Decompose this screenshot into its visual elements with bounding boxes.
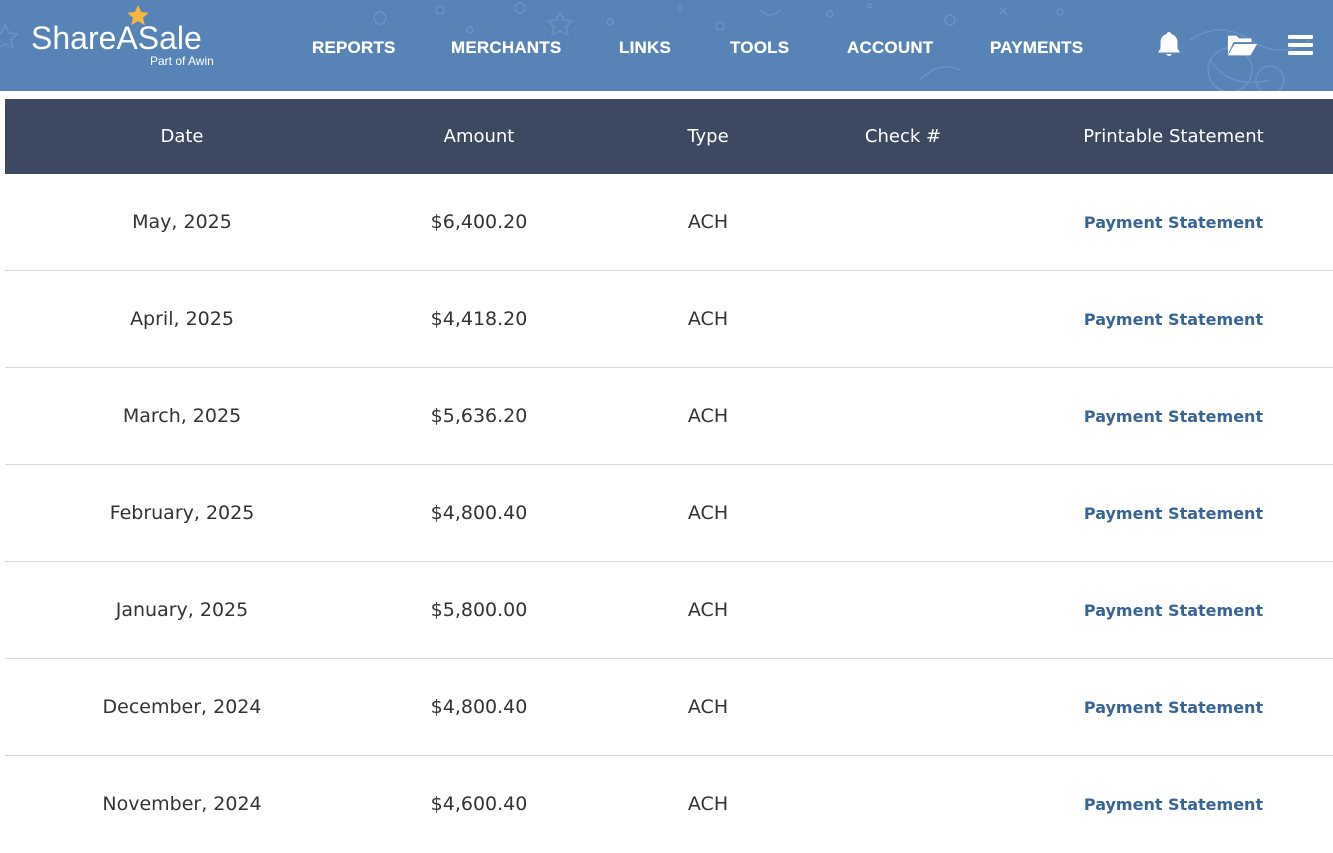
cell-date: November, 2024 — [102, 793, 262, 815]
cell-date: December, 2024 — [102, 696, 262, 718]
cell-amount: $5,636.20 — [430, 405, 528, 427]
nav-tools[interactable]: TOOLS — [730, 38, 789, 58]
nav-payments[interactable]: PAYMENTS — [990, 38, 1083, 58]
column-header-amount[interactable]: Amount — [359, 99, 599, 174]
cell-type: ACH — [687, 599, 729, 621]
nav-reports[interactable]: REPORTS — [312, 38, 396, 58]
top-navigation-bar: ShareASale Part of Awin REPORTS MERCHANT… — [0, 0, 1333, 91]
table-row: March, 2025 $5,636.20 ACH Payment Statem… — [5, 368, 1333, 465]
cell-check-number — [817, 271, 989, 368]
cell-type: ACH — [687, 502, 729, 524]
cell-type: ACH — [687, 793, 729, 815]
cell-check-number — [817, 562, 989, 659]
cell-amount: $4,800.40 — [430, 502, 528, 524]
payment-statement-link[interactable]: Payment Statement — [989, 659, 1333, 756]
payment-statement-link[interactable]: Payment Statement — [989, 271, 1333, 368]
cell-date: March, 2025 — [122, 405, 242, 427]
payment-statement-link[interactable]: Payment Statement — [989, 368, 1333, 465]
cell-type: ACH — [687, 211, 729, 233]
payment-statement-link[interactable]: Payment Statement — [989, 465, 1333, 562]
cell-amount: $4,418.20 — [430, 308, 528, 330]
cell-amount: $6,400.20 — [430, 211, 528, 233]
column-header-check-number[interactable]: Check # — [817, 99, 989, 174]
cell-date: April, 2025 — [130, 308, 234, 330]
payment-statement-link[interactable]: Payment Statement — [989, 756, 1333, 853]
cell-check-number — [817, 659, 989, 756]
nav-links[interactable]: LINKS — [619, 38, 671, 58]
table-row: April, 2025 $4,418.20 ACH Payment Statem… — [5, 271, 1333, 368]
hamburger-menu-icon[interactable] — [1285, 30, 1317, 60]
bell-icon[interactable] — [1153, 30, 1185, 60]
folder-open-icon[interactable] — [1226, 30, 1258, 60]
logo-tagline: Part of Awin — [150, 54, 214, 68]
cell-date: February, 2025 — [109, 502, 255, 524]
payment-statement-link[interactable]: Payment Statement — [989, 174, 1333, 271]
table-row: May, 2025 $6,400.20 ACH Payment Statemen… — [5, 174, 1333, 271]
table-row: January, 2025 $5,800.00 ACH Payment Stat… — [5, 562, 1333, 659]
cell-check-number — [817, 368, 989, 465]
cell-type: ACH — [687, 696, 729, 718]
nav-merchants[interactable]: MERCHANTS — [451, 38, 561, 58]
cell-type: ACH — [687, 405, 729, 427]
payment-statement-link[interactable]: Payment Statement — [989, 562, 1333, 659]
cell-amount: $5,800.00 — [430, 599, 528, 621]
column-header-printable-statement: Printable Statement — [1083, 126, 1264, 147]
column-header-type[interactable]: Type — [599, 99, 817, 174]
cell-amount: $4,600.40 — [430, 793, 528, 815]
column-header-date[interactable]: Date — [5, 99, 359, 174]
logo-wordmark: ShareASale — [31, 20, 202, 56]
table-row: November, 2024 $4,600.40 ACH Payment Sta… — [5, 756, 1333, 853]
cell-check-number — [817, 465, 989, 562]
table-row: December, 2024 $4,800.40 ACH Payment Sta… — [5, 659, 1333, 756]
cell-date: May, 2025 — [132, 211, 232, 233]
cell-check-number — [817, 756, 989, 853]
cell-date: January, 2025 — [115, 599, 249, 621]
cell-check-number — [817, 174, 989, 271]
sharesale-logo[interactable]: ShareASale Part of Awin — [31, 4, 231, 74]
payments-table: Date Amount Type Check # Printable State… — [5, 99, 1333, 853]
cell-type: ACH — [687, 308, 729, 330]
cell-amount: $4,800.40 — [430, 696, 528, 718]
table-header: Date Amount Type Check # Printable State… — [5, 99, 1333, 174]
table-row: February, 2025 $4,800.40 ACH Payment Sta… — [5, 465, 1333, 562]
nav-account[interactable]: ACCOUNT — [847, 38, 933, 58]
